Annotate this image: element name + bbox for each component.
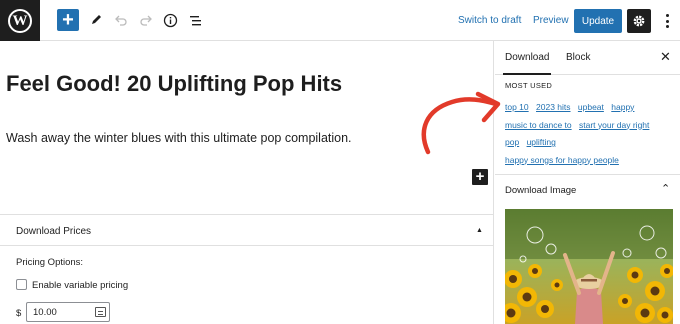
preview-link[interactable]: Preview — [533, 15, 569, 26]
tab-download[interactable]: Download — [502, 52, 552, 75]
tag-cloud: top 10 2023 hits upbeat happy music to d… — [505, 99, 677, 169]
more-dot — [665, 19, 669, 23]
sunflower-photo — [505, 209, 673, 324]
chevron-up-icon[interactable]: ⌃ — [661, 182, 670, 195]
calculator-icon — [95, 307, 106, 317]
add-block-button[interactable]: + — [57, 9, 79, 31]
variable-pricing-checkbox[interactable] — [16, 279, 27, 290]
undo-button[interactable] — [110, 9, 132, 31]
list-view-button[interactable] — [184, 9, 206, 31]
undo-icon — [115, 15, 127, 26]
block-inserter-button[interactable]: + — [472, 169, 488, 185]
tab-block[interactable]: Block — [566, 52, 590, 63]
edit-tool-button[interactable] — [85, 9, 107, 31]
plus-icon: + — [475, 168, 485, 185]
update-button[interactable]: Update — [574, 9, 622, 33]
tag-link[interactable]: start your day right — [579, 120, 649, 130]
more-vertical-icon — [665, 14, 669, 17]
settings-button[interactable] — [627, 9, 651, 33]
download-image[interactable] — [505, 209, 673, 324]
tag-link[interactable]: 2023 hits — [536, 102, 571, 112]
tag-link[interactable]: music to dance to — [505, 120, 572, 130]
download-image-panel-title[interactable]: Download Image — [505, 185, 576, 196]
close-icon[interactable]: ✕ — [660, 49, 671, 65]
wordpress-logo-icon: W — [8, 8, 32, 33]
price-value: 10.00 — [33, 307, 57, 318]
download-prices-metabox: Download Prices ▲ Pricing Options: Enabl… — [0, 214, 494, 324]
details-button[interactable] — [159, 9, 181, 31]
list-view-icon — [189, 15, 201, 25]
price-input[interactable]: 10.00 — [26, 302, 110, 322]
wordpress-logo-button[interactable]: W — [0, 0, 40, 41]
settings-sidebar: Download Block ✕ MOST USED top 10 2023 h… — [495, 41, 680, 324]
plus-icon: + — [62, 9, 74, 31]
tag-link[interactable]: upbeat — [578, 102, 604, 112]
currency-symbol: $ — [16, 308, 22, 319]
pencil-icon — [92, 15, 101, 24]
metabox-title[interactable]: Download Prices — [16, 226, 91, 237]
gear-icon — [633, 15, 645, 27]
editor-canvas: Feel Good! 20 Uplifting Pop Hits Wash aw… — [0, 41, 494, 324]
most-used-label: MOST USED — [505, 81, 553, 90]
top-toolbar: W + Switch to draft Preview Update — [0, 0, 680, 41]
tag-link[interactable]: happy songs for happy people — [505, 155, 619, 165]
variable-pricing-label[interactable]: Enable variable pricing — [32, 280, 128, 291]
switch-to-draft-link[interactable]: Switch to draft — [458, 15, 521, 26]
divider — [495, 174, 680, 175]
sidebar-tabs: Download Block ✕ — [495, 41, 680, 75]
post-title[interactable]: Feel Good! 20 Uplifting Pop Hits — [6, 71, 342, 97]
metabox-toggle-icon[interactable]: ▲ — [476, 227, 483, 234]
divider — [0, 245, 494, 246]
tag-link[interactable]: top 10 — [505, 102, 529, 112]
more-options-button[interactable] — [660, 12, 674, 30]
paragraph-block[interactable]: Wash away the winter blues with this ult… — [6, 131, 352, 145]
tag-link[interactable]: pop — [505, 137, 519, 147]
wordpress-editor: W + Switch to draft Preview Update Feel … — [0, 0, 680, 324]
info-icon — [163, 13, 177, 27]
tag-link[interactable]: happy — [611, 102, 634, 112]
redo-icon — [140, 15, 152, 26]
tag-link[interactable]: uplifting — [527, 137, 556, 147]
more-dot — [665, 25, 669, 28]
pricing-options-label: Pricing Options: — [16, 257, 84, 268]
redo-button[interactable] — [135, 9, 157, 31]
